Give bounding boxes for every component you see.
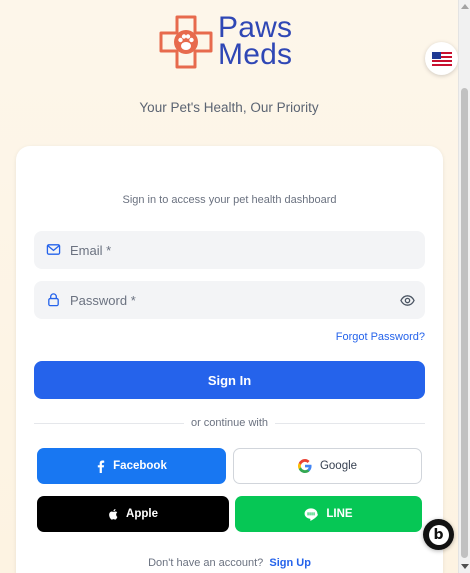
signup-row: Don't have an account? Sign Up (16, 557, 443, 569)
us-flag-icon (431, 51, 452, 66)
show-password-eye-icon[interactable] (400, 293, 415, 308)
paw-cross-icon (159, 15, 213, 69)
mail-icon (46, 244, 61, 255)
login-subtitle: Sign in to access your pet health dashbo… (122, 194, 337, 206)
email-input[interactable] (34, 231, 425, 269)
password-input[interactable] (34, 281, 425, 319)
line-icon (304, 507, 319, 521)
apple-icon (108, 508, 118, 520)
google-login-button[interactable]: Google (233, 448, 422, 484)
divider-line-right (275, 423, 425, 424)
or-divider: or continue with (34, 417, 425, 429)
line-label: LINE (326, 508, 353, 520)
email-field-container (34, 231, 425, 269)
assistant-badge-button[interactable]: b (423, 519, 454, 550)
apple-label: Apple (126, 508, 158, 520)
language-selector-button[interactable] (425, 42, 458, 75)
brand-logo: Paws Meds (158, 11, 293, 71)
facebook-login-button[interactable]: Facebook (37, 448, 226, 484)
page-scrollbar[interactable] (458, 0, 470, 573)
google-label: Google (319, 460, 358, 472)
forgot-password-link[interactable]: Forgot Password? (336, 331, 425, 343)
page-header: Paws Meds Your Pet's Health, Our Priorit… (0, 0, 458, 145)
sign-in-button[interactable]: Sign In (34, 361, 425, 399)
tagline: Your Pet's Health, Our Priority (139, 100, 319, 115)
assistant-badge-icon: b (428, 524, 449, 545)
brand-name-line1: Paws (218, 11, 293, 44)
scroll-down-arrow-icon[interactable] (461, 564, 469, 569)
login-card: Sign in to access your pet health dashbo… (16, 146, 443, 573)
facebook-label: Facebook (113, 460, 167, 472)
scroll-up-arrow-icon[interactable] (461, 4, 469, 9)
sign-up-link[interactable]: Sign Up (269, 557, 311, 569)
facebook-icon (96, 460, 105, 473)
brand-name: Paws Meds (218, 11, 293, 71)
line-login-button[interactable]: LINE (235, 496, 422, 532)
scroll-thumb[interactable] (461, 88, 468, 558)
password-field-container (34, 281, 425, 319)
google-icon (297, 459, 312, 473)
signup-prompt: Don't have an account? (148, 557, 264, 569)
brand-name-line2: Meds (218, 38, 293, 71)
apple-login-button[interactable]: Apple (37, 496, 229, 532)
lock-icon (48, 293, 59, 307)
